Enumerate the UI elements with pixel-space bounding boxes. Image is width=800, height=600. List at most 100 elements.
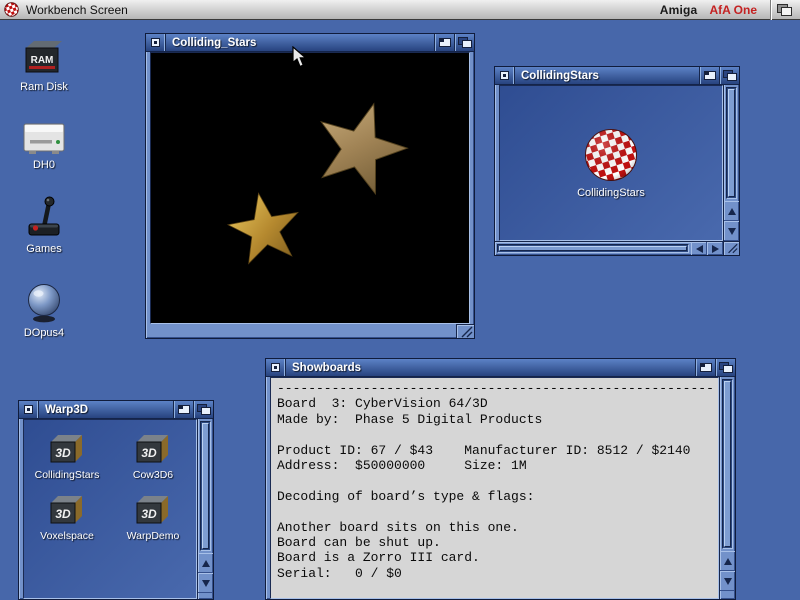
window-title: Colliding_Stars	[166, 34, 434, 51]
scroll-left-button[interactable]	[691, 242, 707, 255]
desktop-icon-games[interactable]: Games	[8, 194, 80, 255]
scroll-trough[interactable]	[497, 244, 689, 253]
depth-icon	[719, 362, 732, 373]
warp3d-surface: 3D CollidingStars 3D Cow3D6 3D	[23, 419, 197, 599]
ram-disk-icon: RAM	[23, 38, 65, 78]
depth-gadget[interactable]	[719, 67, 739, 84]
close-gadget[interactable]	[19, 401, 39, 418]
icon-label: CollidingStars	[35, 469, 100, 481]
depth-icon	[777, 4, 791, 15]
shell-line: Board 3: CyberVision 64/3D	[277, 396, 712, 411]
depth-gadget[interactable]	[193, 401, 213, 418]
joystick-icon	[25, 194, 63, 240]
cube-3d-icon: 3D	[47, 432, 87, 466]
screen-titlebar[interactable]: Workbench Screen Amiga AfA One	[0, 0, 800, 20]
small-star	[218, 183, 313, 278]
brand-afa-one: AfA One	[709, 3, 757, 17]
window-titlebar[interactable]: Warp3D	[19, 401, 213, 419]
close-icon	[24, 405, 33, 414]
cube-3d-icon: 3D	[133, 432, 173, 466]
window-warp3d: Warp3D 3D CollidingStars 3D	[18, 400, 214, 600]
hard-drive-icon	[22, 118, 66, 156]
arrow-up-icon	[724, 558, 732, 565]
vertical-scrollbar[interactable]	[723, 85, 739, 241]
scroll-right-button[interactable]	[707, 242, 723, 255]
arrow-up-icon	[728, 208, 736, 215]
shell-line: Address: $50000000 Size: 1M	[277, 458, 712, 473]
scroll-up-button[interactable]	[720, 551, 735, 571]
zoom-gadget[interactable]	[173, 401, 193, 418]
vertical-scrollbar[interactable]	[197, 419, 213, 599]
drawer-icon-collidingstars[interactable]: CollidingStars	[577, 128, 645, 199]
depth-icon	[723, 70, 736, 81]
scroll-trough[interactable]	[200, 421, 211, 551]
scroll-down-button[interactable]	[724, 221, 739, 241]
window-title: CollidingStars	[515, 67, 699, 84]
scroll-knob[interactable]	[728, 89, 735, 197]
svg-text:RAM: RAM	[31, 55, 54, 66]
icon-label: Voxelspace	[40, 530, 94, 542]
resize-gadget[interactable]	[723, 241, 739, 255]
desktop-icon-dh0[interactable]: DH0	[8, 118, 80, 171]
depth-gadget[interactable]	[454, 34, 474, 51]
depth-icon	[197, 404, 210, 415]
drawer-surface: CollidingStars	[499, 85, 723, 241]
close-gadget[interactable]	[266, 359, 286, 376]
shell-line: ----------------------------------------…	[277, 381, 712, 396]
close-gadget[interactable]	[495, 67, 515, 84]
arrow-left-icon	[696, 245, 703, 253]
scroll-up-button[interactable]	[724, 201, 739, 221]
icon-label: DOpus4	[24, 327, 64, 339]
cube-3d-icon: 3D	[47, 493, 87, 527]
scroll-trough[interactable]	[726, 87, 737, 199]
window-titlebar[interactable]: Showboards	[266, 359, 735, 377]
shell-line: Board is a Zorro III card.	[277, 550, 712, 565]
drawer-icon-warpdemo[interactable]: 3D WarpDemo	[127, 493, 180, 542]
scroll-trough[interactable]	[722, 379, 733, 549]
drawer-icon-collidingstars[interactable]: 3D CollidingStars	[35, 432, 100, 481]
shell-line: Decoding of board’s type & flags:	[277, 489, 712, 504]
desktop-icon-ram-disk[interactable]: RAM Ram Disk	[8, 38, 80, 93]
scroll-up-button[interactable]	[198, 553, 213, 573]
scroll-knob[interactable]	[724, 381, 731, 547]
depth-gadget[interactable]	[715, 359, 735, 376]
zoom-gadget[interactable]	[434, 34, 454, 51]
screen-depth-gadget[interactable]	[770, 0, 796, 20]
icon-label: Games	[26, 243, 61, 255]
horizontal-scrollbar[interactable]	[495, 241, 723, 255]
icon-label: Ram Disk	[20, 81, 68, 93]
scroll-down-button[interactable]	[720, 571, 735, 591]
zoom-gadget[interactable]	[699, 67, 719, 84]
brand-amiga: Amiga	[660, 3, 698, 17]
drawer-icon-voxelspace[interactable]: 3D Voxelspace	[40, 493, 94, 542]
zoom-gadget[interactable]	[695, 359, 715, 376]
shell-line: Serial: 0 / $0	[277, 566, 712, 581]
vertical-scrollbar[interactable]	[719, 377, 735, 599]
svg-text:3D: 3D	[141, 446, 157, 460]
shell-line: Board can be shut up.	[277, 535, 712, 550]
scroll-knob[interactable]	[202, 423, 209, 549]
shell-output: ----------------------------------------…	[270, 377, 719, 599]
svg-text:3D: 3D	[55, 446, 71, 460]
shell-line	[277, 504, 712, 519]
svg-text:3D: 3D	[141, 507, 157, 521]
cube-3d-icon: 3D	[133, 493, 173, 527]
window-showboards: Showboards -----------------------------…	[265, 358, 736, 600]
scroll-knob[interactable]	[499, 246, 687, 251]
stars-canvas	[150, 52, 470, 324]
zoom-icon	[178, 405, 190, 414]
window-titlebar[interactable]: CollidingStars	[495, 67, 739, 85]
desktop-icon-dopus4[interactable]: DOpus4	[8, 282, 80, 339]
window-collidingstars-drawer: CollidingStars CollidingStars	[494, 66, 740, 256]
icon-label: Cow3D6	[133, 469, 173, 481]
resize-gadget[interactable]	[456, 324, 474, 338]
drawer-icon-cow3d6[interactable]: 3D Cow3D6	[133, 432, 173, 481]
close-gadget[interactable]	[146, 34, 166, 51]
boing-ball-icon	[584, 128, 638, 182]
shell-line: Made by: Phase 5 Digital Products	[277, 412, 712, 427]
window-title: Showboards	[286, 359, 695, 376]
desktop: Workbench Screen Amiga AfA One RAM Ram D…	[0, 0, 800, 600]
window-titlebar[interactable]: Colliding_Stars	[146, 34, 474, 52]
amiga-boing-logo-icon	[4, 2, 19, 17]
scroll-down-button[interactable]	[198, 573, 213, 593]
